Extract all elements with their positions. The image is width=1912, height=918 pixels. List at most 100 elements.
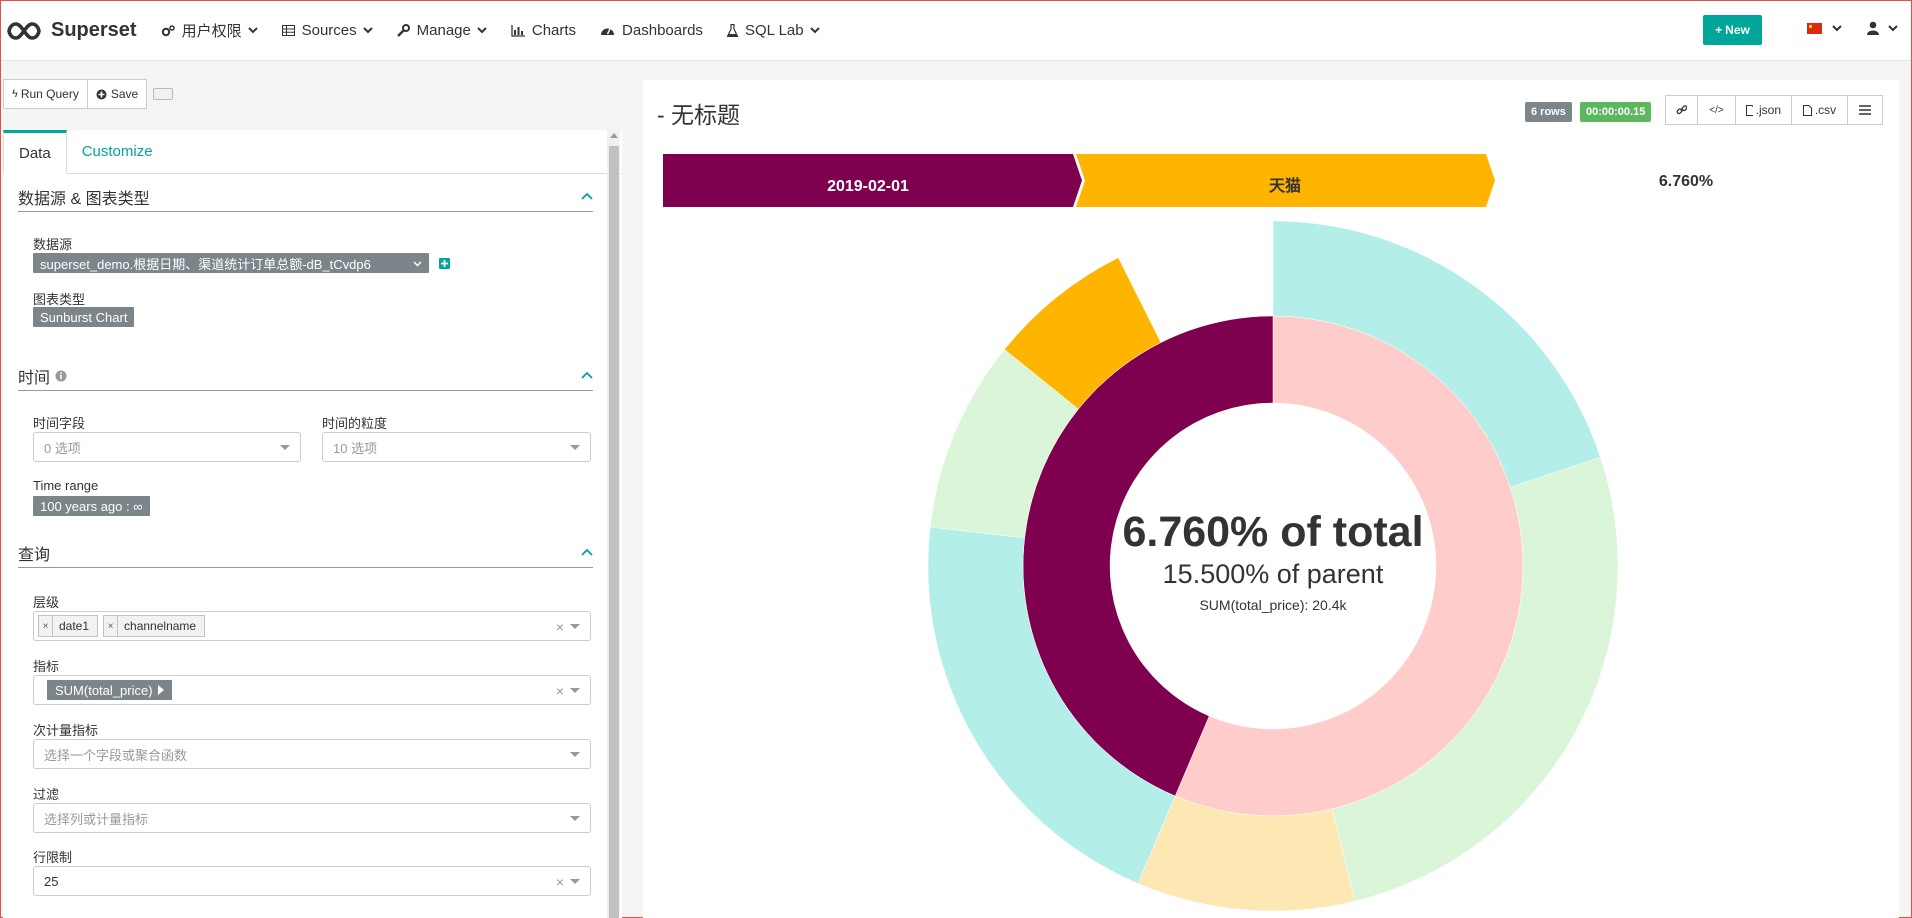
chart-panel: - 无标题 6 rows 00:00:00.15 </> .json .csv …: [643, 80, 1899, 918]
remove-chip-icon[interactable]: ×: [39, 616, 53, 636]
caret-right-icon: [157, 685, 164, 695]
time-range-label: Time range: [33, 478, 99, 493]
nav-item-label: Sources: [301, 22, 357, 39]
chevron-up-icon: [581, 548, 593, 556]
time-column-select[interactable]: 0 选项: [33, 432, 301, 462]
nav-item-用户权限[interactable]: 用户权限: [161, 1, 258, 61]
query-toolbar: ϟ Run Query Save: [3, 79, 174, 109]
filters-select[interactable]: 选择列或计量指标: [33, 803, 591, 833]
breadcrumb: 2019-02-01 天猫 6.760%: [663, 154, 1713, 207]
section-datasource-header[interactable]: 数据源 & 图表类型: [18, 182, 593, 212]
row-limit-label: 行限制: [33, 850, 73, 865]
time-column-label: 时间字段: [33, 416, 86, 431]
time-range-selector[interactable]: 100 years ago : ∞: [33, 496, 150, 516]
breadcrumb-label: 2019-02-01: [827, 178, 909, 195]
metric-tag[interactable]: SUM(total_price): [47, 680, 172, 700]
language-picker[interactable]: [1807, 23, 1842, 34]
caret-down-icon: [570, 879, 580, 884]
chevron-down-icon: [1888, 24, 1898, 31]
center-metric-value: SUM(total_price): 20.4k: [1199, 597, 1347, 613]
nav-item-sources[interactable]: Sources: [281, 1, 373, 61]
groupby-chip[interactable]: × date1: [38, 615, 99, 637]
chevron-down-icon: [247, 27, 258, 34]
chevron-down-icon: [362, 27, 373, 34]
datasource-selector[interactable]: superset_demo.根据日期、渠道统计订单总额-dB_tCvdp6: [33, 253, 429, 273]
chevron-down-icon: [477, 27, 487, 34]
clear-icon[interactable]: ×: [556, 874, 564, 890]
top-navbar: Superset 用户权限 Sources Manage Charts Dashboar…: [1, 1, 1911, 61]
section-query-title: 查询: [18, 546, 51, 564]
secondary-metric-select[interactable]: 选择一个字段或聚合函数: [33, 739, 591, 769]
new-button[interactable]: + New: [1703, 15, 1762, 45]
scrollbar-thumb[interactable]: [609, 146, 619, 918]
nav-item-label: Manage: [416, 22, 471, 39]
chevron-down-icon: [413, 261, 422, 267]
info-icon[interactable]: [55, 370, 67, 382]
filters-label: 过滤: [33, 787, 60, 802]
chevron-up-icon: [581, 192, 593, 200]
secondary-metric-label: 次计量指标: [33, 723, 99, 738]
section-time-header[interactable]: 时间: [18, 361, 593, 391]
nav-item-sql-lab[interactable]: SQL Lab: [726, 1, 820, 61]
add-datasource-icon[interactable]: [439, 258, 450, 269]
caret-down-icon: [570, 688, 580, 693]
viz-type-label: 图表类型: [33, 292, 86, 307]
keyboard-icon[interactable]: [153, 88, 174, 100]
tab-data[interactable]: Data: [3, 130, 67, 174]
section-time-title-wrap: 时间: [18, 364, 67, 388]
clear-icon[interactable]: ×: [556, 683, 564, 699]
clear-icon[interactable]: ×: [556, 619, 564, 635]
caret-down-icon: [570, 816, 580, 821]
nav-item-dashboards[interactable]: Dashboards: [600, 1, 703, 61]
brand-name: Superset: [51, 19, 137, 41]
remove-chip-icon[interactable]: ×: [104, 616, 119, 636]
groupby-select[interactable]: × date1 × channelname ×: [33, 611, 591, 641]
viz-type-selector[interactable]: Sunburst Chart: [33, 307, 135, 327]
flask-icon: [726, 24, 738, 37]
breadcrumb-percentage: 6.760%: [1659, 173, 1713, 190]
section-time-title: 时间: [18, 369, 51, 387]
row-limit-select[interactable]: 25 ×: [33, 866, 591, 896]
groupby-label: 层级: [33, 595, 60, 610]
bar-chart-icon: [511, 24, 525, 37]
time-grain-select[interactable]: 10 选项: [322, 432, 591, 462]
groupby-chip[interactable]: × channelname: [103, 615, 206, 637]
chevron-up-icon: [581, 371, 593, 379]
metric-select[interactable]: SUM(total_price) ×: [33, 675, 591, 705]
table-icon: [281, 25, 295, 36]
caret-down-icon: [280, 445, 290, 450]
run-query-button[interactable]: ϟ Run Query: [3, 79, 88, 109]
center-total-percentage: 6.760% of total: [1122, 508, 1423, 556]
cogs-icon: [161, 24, 175, 37]
china-flag-icon: [1807, 23, 1822, 34]
chevron-down-icon: [1832, 25, 1842, 32]
new-button-label: New: [1725, 23, 1750, 37]
section-query-header[interactable]: 查询: [18, 538, 593, 568]
brand[interactable]: Superset: [7, 19, 137, 42]
plus-circle-icon: [96, 89, 107, 99]
scroll-up-arrow-icon[interactable]: [610, 133, 618, 138]
secondary-metric-placeholder: 选择一个字段或聚合函数: [44, 747, 188, 763]
nav-item-label: SQL Lab: [744, 22, 804, 39]
metric-label: 指标: [33, 659, 60, 674]
time-grain-label: 时间的粒度: [322, 416, 388, 431]
sunburst-chart[interactable]: 2019-02-01 天猫 6.760% 6.760% of total15.500…: [643, 80, 1899, 918]
nav-menu: 用户权限 Sources Manage Charts Dashboards SQL Lab: [161, 1, 844, 61]
sunburst-center-label: 6.760% of total15.500% of parent SUM(tota…: [1122, 508, 1423, 613]
nav-item-label: Charts: [531, 22, 577, 39]
save-button[interactable]: Save: [87, 79, 148, 109]
save-label: Save: [110, 87, 139, 101]
nav-item-label: Dashboards: [622, 22, 703, 39]
nav-item-manage[interactable]: Manage: [396, 1, 487, 61]
user-menu[interactable]: [1867, 21, 1898, 35]
control-tabs: Data Customize: [3, 130, 622, 174]
dashboard-icon: [600, 25, 615, 36]
row-limit-value: 25: [44, 873, 59, 889]
superset-logo-icon: [7, 21, 41, 40]
user-icon: [1867, 21, 1879, 35]
section-datasource-title: 数据源 & 图表类型: [18, 190, 150, 208]
nav-item-charts[interactable]: Charts: [511, 1, 576, 61]
time-column-placeholder: 0 选项: [44, 440, 81, 456]
center-parent-percentage: 15.500% of parent: [1163, 559, 1384, 589]
tab-customize[interactable]: Customize: [67, 130, 168, 173]
